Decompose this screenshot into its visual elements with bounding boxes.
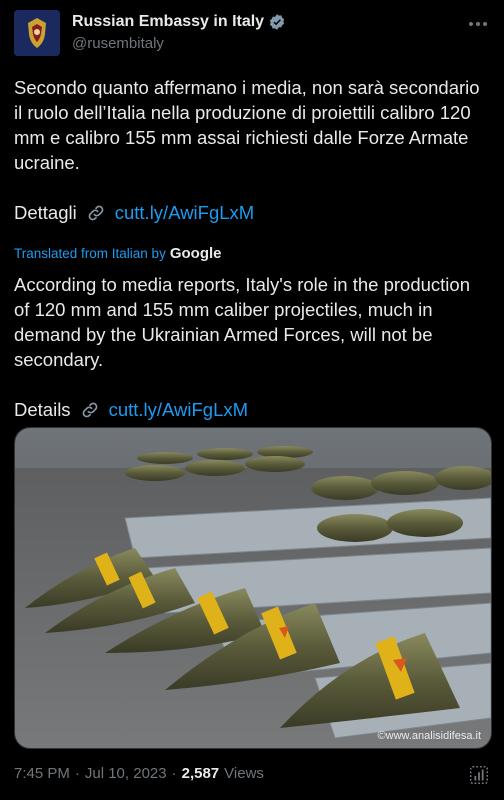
translation-attribution[interactable]: Translated from Italian by Google xyxy=(14,245,222,262)
translated-details-link[interactable]: cutt.ly/AwiFgLxM xyxy=(109,397,248,422)
original-link-line: Dettagli cutt.ly/AwiFgLxM xyxy=(14,200,490,225)
meta-separator: · xyxy=(74,765,80,782)
translated-body: According to media reports, Italy's role… xyxy=(14,272,490,422)
google-logo: Google xyxy=(169,245,222,262)
tweet-date[interactable]: Jul 10, 2023 xyxy=(85,765,167,782)
link-chain-icon xyxy=(82,402,97,417)
translated-text: According to media reports, Italy's role… xyxy=(14,274,470,370)
views-label: Views xyxy=(224,765,264,782)
details-label-italian: Dettagli xyxy=(14,202,77,223)
display-name[interactable]: Russian Embassy in Italy xyxy=(72,13,264,31)
analytics-icon[interactable] xyxy=(468,764,490,786)
link-chain-icon xyxy=(88,205,104,220)
translated-label: Translated from Italian by xyxy=(14,246,166,261)
avatar[interactable] xyxy=(14,10,60,56)
image-watermark: ©www.analisidifesa.it xyxy=(377,730,481,742)
translated-link-line: Details cutt.ly/AwiFgLxM xyxy=(14,397,490,422)
tweet-body: Secondo quanto affermano i media, non sa… xyxy=(14,75,490,225)
verified-badge-icon xyxy=(269,14,285,30)
more-options-icon[interactable] xyxy=(466,14,490,34)
handle[interactable]: @rusembitaly xyxy=(72,35,286,52)
author-info: Russian Embassy in Italy @rusembitaly xyxy=(72,13,286,52)
meta-separator: · xyxy=(171,765,177,782)
tweet-image[interactable]: ©www.analisidifesa.it xyxy=(14,427,492,749)
original-text: Secondo quanto affermano i media, non sa… xyxy=(14,77,480,173)
views-count: 2,587 xyxy=(181,765,220,782)
tweet-meta: 7:45 PM · Jul 10, 2023 · 2,587 Views xyxy=(14,765,264,782)
display-name-row[interactable]: Russian Embassy in Italy xyxy=(72,13,286,31)
tweet-time[interactable]: 7:45 PM xyxy=(14,765,70,782)
details-label: Details xyxy=(14,399,71,420)
tweet-header: Russian Embassy in Italy @rusembitaly xyxy=(14,10,490,58)
details-link[interactable]: cutt.ly/AwiFgLxM xyxy=(115,200,254,225)
